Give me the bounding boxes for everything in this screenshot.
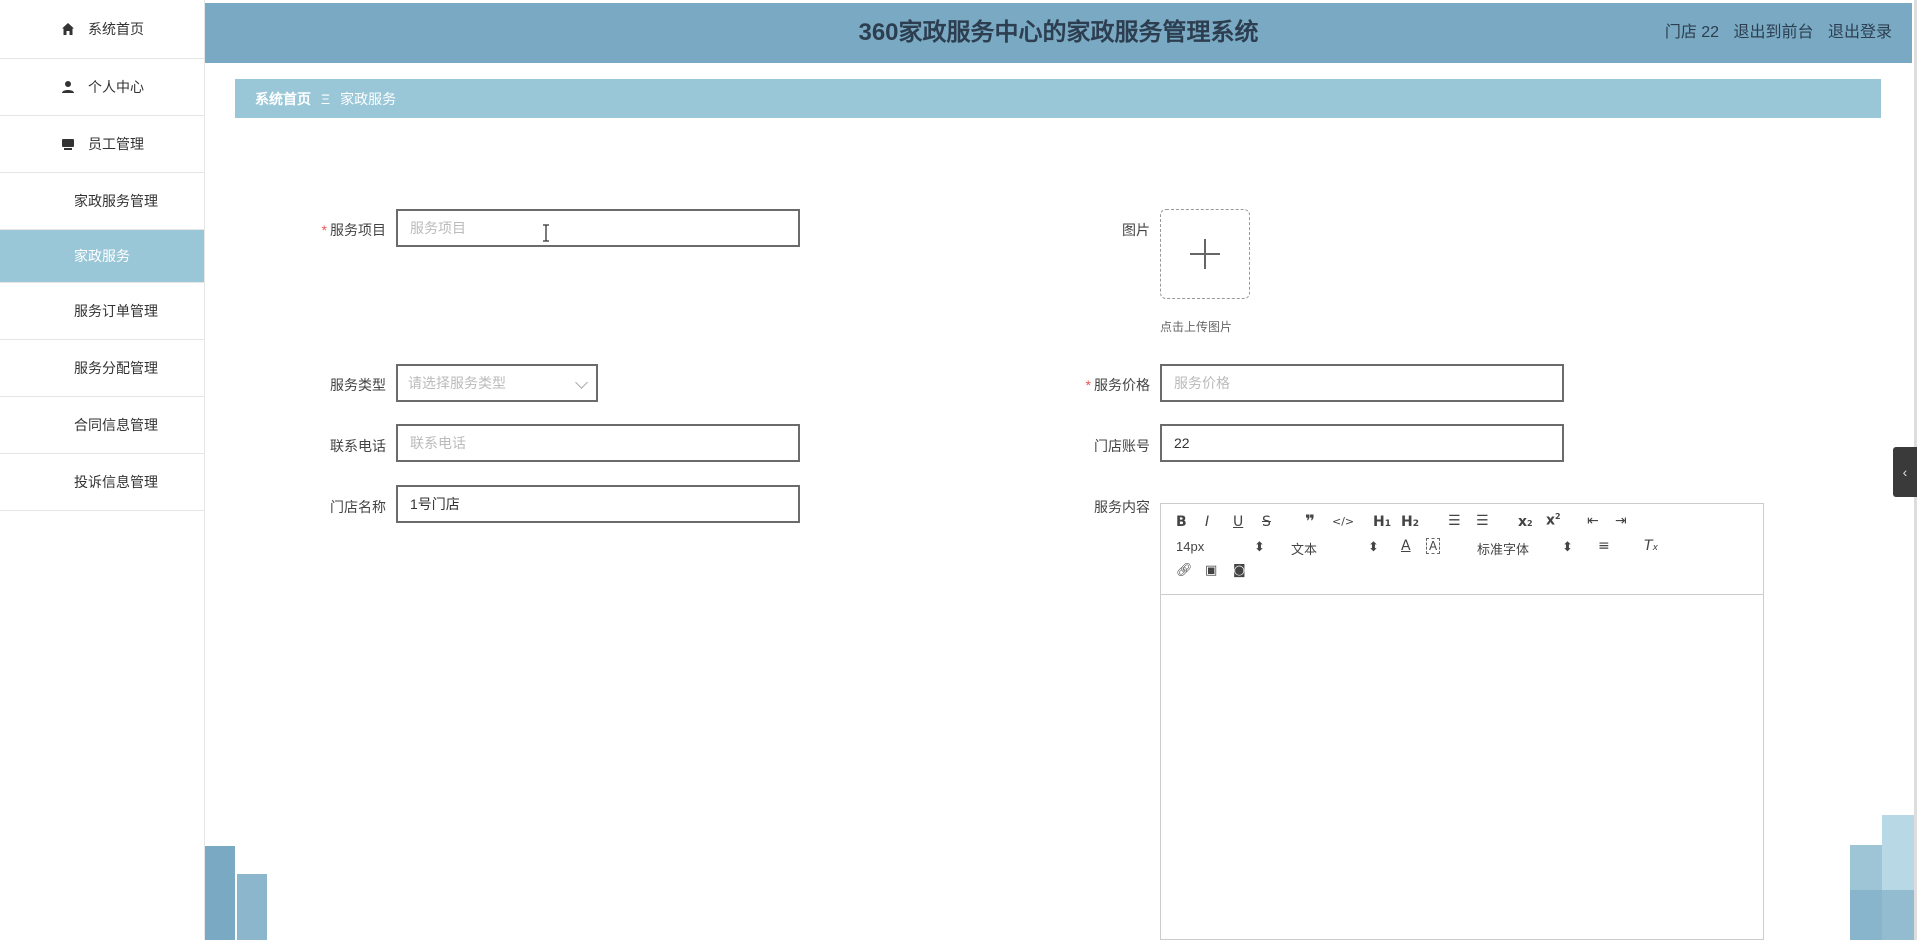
service-type-select[interactable]: 请选择服务类型 [396, 364, 598, 402]
sidebar: 系统首页 个人中心 员工管理 家政服务管理 家政服务 服务订单管理 服务分配管理… [0, 0, 205, 940]
header2-icon[interactable]: H2 [1401, 514, 1419, 530]
breadcrumb: 系统首页 Ξ 家政服务 [235, 79, 1881, 118]
header-actions: 门店 22 退出到前台 退出登录 [1655, 3, 1892, 63]
sidebar-item-label: 家政服务 [74, 248, 130, 264]
grid-icon [46, 303, 62, 319]
grid-icon [46, 193, 62, 209]
video-icon[interactable]: ◙ [1233, 563, 1246, 578]
rich-text-editor: B I U S ❞ </> H1 H2 ☰ ☰ x2 x2 ⇤ ⇥ 14px ⬍… [1160, 503, 1764, 940]
code-icon[interactable]: </> [1332, 515, 1354, 528]
decorative-blocks-right [1850, 815, 1914, 940]
heading-select[interactable]: 文本 [1291, 539, 1317, 558]
sidebar-item-label: 系统首页 [88, 21, 144, 37]
background-color-icon[interactable]: A [1426, 538, 1441, 554]
service-price-input[interactable] [1160, 364, 1564, 402]
sidebar-item-contracts[interactable]: 合同信息管理 [0, 397, 204, 454]
breadcrumb-separator: Ξ [321, 90, 331, 107]
decorative-blocks-left [205, 846, 267, 940]
top-header: 360家政服务中心的家政服务管理系统 门店 22 退出到前台 退出登录 [205, 3, 1912, 63]
home-icon [60, 21, 76, 37]
quote-icon[interactable]: ❞ [1305, 512, 1315, 532]
sidebar-item-home[interactable]: 系统首页 [0, 0, 204, 59]
sidebar-item-profile[interactable]: 个人中心 [0, 59, 204, 116]
header1-icon[interactable]: H1 [1373, 514, 1391, 530]
strike-icon[interactable]: S [1262, 514, 1271, 530]
font-color-icon[interactable]: A [1401, 538, 1411, 554]
logout-link[interactable]: 退出登录 [1828, 24, 1892, 41]
store-name-input[interactable] [396, 485, 800, 523]
service-type-label: 服务类型 [330, 377, 386, 393]
image-upload-button[interactable] [1160, 209, 1250, 299]
service-type-placeholder: 请选择服务类型 [408, 375, 506, 391]
image-icon[interactable]: ▣ [1205, 563, 1217, 578]
sidebar-item-housekeeping[interactable]: 家政服务管理 [0, 173, 204, 230]
sidebar-item-staff[interactable]: 员工管理 [0, 116, 204, 173]
breadcrumb-home[interactable]: 系统首页 [255, 89, 311, 109]
font-size-arrows-icon: ⬍ [1254, 539, 1265, 554]
chevron-down-icon [575, 376, 588, 389]
clear-format-icon[interactable]: Tx [1644, 538, 1658, 554]
monitor-icon [60, 136, 76, 152]
sidebar-item-complaints[interactable]: 投诉信息管理 [0, 454, 204, 511]
phone-label: 联系电话 [330, 438, 386, 454]
font-family-select[interactable]: 标准字体 [1477, 539, 1529, 558]
content-label: 服务内容 [1094, 499, 1150, 515]
service-item-input[interactable] [396, 209, 800, 247]
store-account-label: 门店账号 [1094, 438, 1150, 454]
current-user: 门店 22 [1664, 24, 1720, 41]
phone-input[interactable] [396, 424, 800, 462]
text-cursor-icon [543, 224, 549, 242]
plus-icon [1190, 239, 1220, 269]
sidebar-item-label: 个人中心 [88, 79, 144, 95]
ordered-list-icon[interactable]: ☰ [1448, 513, 1461, 529]
store-account-input[interactable] [1160, 424, 1564, 462]
sidebar-item-label: 合同信息管理 [74, 417, 158, 433]
service-item-label: * 服务项目 [321, 222, 386, 238]
bold-icon[interactable]: B [1176, 514, 1187, 530]
font-size-select[interactable]: 14px [1176, 539, 1204, 554]
sidebar-item-label: 服务分配管理 [74, 360, 158, 376]
grid-icon [46, 360, 62, 376]
outdent-icon[interactable]: ⇤ [1587, 513, 1599, 529]
sidebar-item-label: 投诉信息管理 [74, 474, 158, 490]
sidebar-item-label: 家政服务管理 [74, 193, 158, 209]
service-price-label: * 服务价格 [1085, 377, 1150, 393]
image-label: 图片 [1122, 222, 1150, 238]
editor-toolbar: B I U S ❞ </> H1 H2 ☰ ☰ x2 x2 ⇤ ⇥ 14px ⬍… [1161, 504, 1763, 595]
user-icon [60, 79, 76, 95]
sidebar-subitem-housekeeping-service[interactable]: 家政服务 [0, 230, 204, 283]
underline-icon[interactable]: U [1233, 514, 1243, 530]
collapse-panel-button[interactable]: ‹ [1893, 447, 1917, 497]
indent-icon[interactable]: ⇥ [1615, 513, 1627, 529]
sidebar-item-orders[interactable]: 服务订单管理 [0, 283, 204, 340]
font-family-arrows-icon: ⬍ [1562, 539, 1573, 554]
sidebar-item-label: 服务订单管理 [74, 303, 158, 319]
store-name-label: 门店名称 [330, 499, 386, 515]
link-icon[interactable]: 🔗︎ [1176, 563, 1193, 578]
italic-icon[interactable]: I [1205, 514, 1209, 530]
superscript-icon[interactable]: x2 [1546, 512, 1561, 529]
upload-tip: 点击上传图片 [1160, 320, 1233, 334]
bullet-list-icon[interactable]: ☰ [1476, 513, 1489, 529]
grid-icon [46, 417, 62, 433]
sidebar-item-label: 员工管理 [88, 136, 144, 152]
front-link[interactable]: 退出到前台 [1734, 24, 1814, 41]
breadcrumb-current: 家政服务 [340, 90, 397, 107]
sidebar-item-assignment[interactable]: 服务分配管理 [0, 340, 204, 397]
chevron-left-icon: ‹ [1902, 464, 1908, 480]
grid-icon [46, 474, 62, 490]
subscript-icon[interactable]: x2 [1518, 514, 1533, 530]
align-icon[interactable]: ≡ [1598, 538, 1610, 554]
heading-arrows-icon: ⬍ [1368, 539, 1379, 554]
